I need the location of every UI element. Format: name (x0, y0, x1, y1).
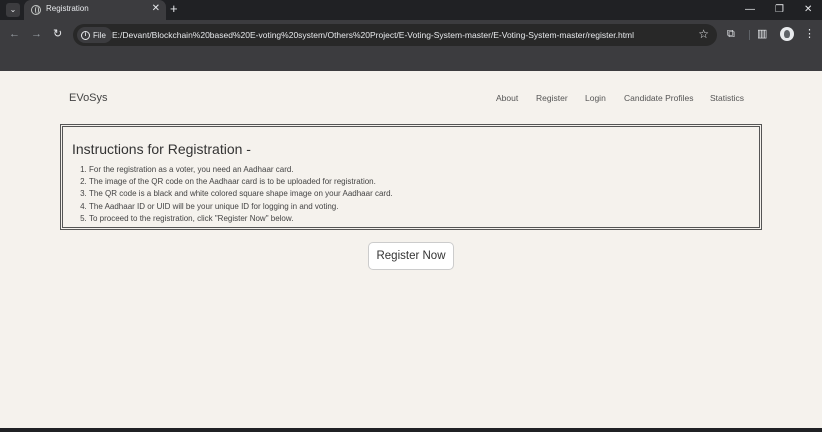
url-text[interactable]: E:/Devant/Blockchain%20based%20E-voting%… (112, 30, 634, 40)
page-content: EVoSys About Register Login Candidate Pr… (0, 71, 822, 428)
address-bar[interactable]: i File E:/Devant/Blockchain%20based%20E-… (73, 24, 717, 46)
instructions-list: For the registration as a voter, you nee… (89, 164, 393, 225)
bottom-edge (0, 428, 822, 432)
instructions-box: Instructions for Registration - For the … (60, 124, 762, 230)
site-chip-label: File (93, 30, 106, 40)
toolbar-divider (749, 30, 750, 40)
site-brand[interactable]: EVoSys (69, 92, 108, 104)
window-close-icon[interactable]: ✕ (804, 3, 812, 16)
reload-icon[interactable]: ↻ (53, 28, 62, 41)
info-icon: i (81, 30, 90, 40)
site-info-chip[interactable]: i File (77, 27, 112, 43)
globe-icon (31, 5, 41, 15)
instruction-item: For the registration as a voter, you nee… (89, 164, 393, 176)
minimize-icon[interactable]: — (745, 3, 755, 16)
back-arrow-icon[interactable]: ← (9, 28, 20, 41)
nav-link-register[interactable]: Register (536, 93, 568, 103)
bookmark-star-icon[interactable]: ☆ (698, 27, 709, 42)
extensions-icon[interactable]: ⧉ (727, 27, 735, 41)
register-now-button[interactable]: Register Now (368, 242, 454, 270)
instruction-item: The QR code is a black and white colored… (89, 188, 393, 200)
nav-link-candidate-profiles[interactable]: Candidate Profiles (624, 93, 693, 103)
restore-icon[interactable]: ❐ (775, 3, 784, 16)
new-tab-button[interactable]: + (170, 2, 178, 16)
side-panel-icon[interactable]: ▥ (757, 27, 767, 41)
toolbar-band (0, 50, 822, 71)
instructions-title: Instructions for Registration - (72, 141, 251, 157)
tab-search-button[interactable]: ⌄ (6, 3, 20, 17)
instruction-item: The Aadhaar ID or UID will be your uniqu… (89, 201, 393, 213)
forward-arrow-icon[interactable]: → (31, 28, 42, 41)
instruction-item: The image of the QR code on the Aadhaar … (89, 176, 393, 188)
instruction-item: To proceed to the registration, click "R… (89, 213, 393, 225)
tab-title: Registration (46, 4, 89, 13)
tab-close-icon[interactable]: ✕ (152, 3, 160, 15)
browser-tab[interactable]: Registration ✕ (24, 0, 166, 20)
profile-avatar[interactable] (780, 27, 794, 41)
tab-strip: ⌄ Registration ✕ + — ❐ ✕ (0, 0, 822, 20)
menu-kebab-icon[interactable]: ⋮ (804, 27, 815, 41)
nav-link-about[interactable]: About (496, 93, 518, 103)
nav-link-statistics[interactable]: Statistics (710, 93, 744, 103)
browser-toolbar: ← → ↻ i File E:/Devant/Blockchain%20base… (0, 20, 822, 50)
nav-link-login[interactable]: Login (585, 93, 606, 103)
